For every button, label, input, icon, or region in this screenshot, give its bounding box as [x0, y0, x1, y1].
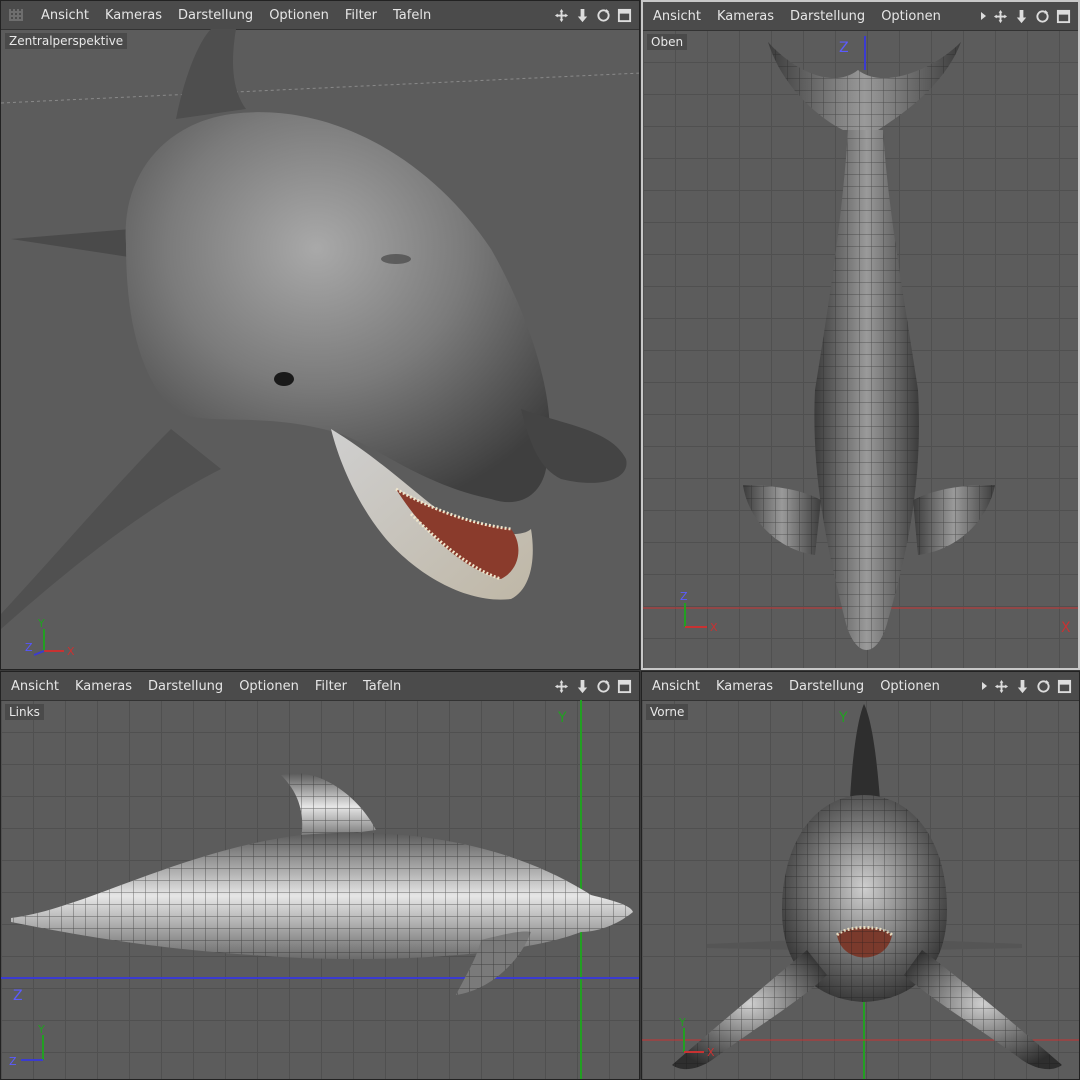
viewport-tools — [553, 678, 639, 695]
menu-darstellung[interactable]: Darstellung — [140, 679, 231, 694]
axis-z-label: Z — [839, 40, 849, 56]
dolphin-wireframe-front: Y Y X — [642, 704, 1079, 1079]
viewport-menubar: Ansicht Kameras Darstellung Optionen — [642, 672, 1079, 701]
menu-darstellung[interactable]: Darstellung — [782, 9, 873, 24]
menu-kameras[interactable]: Kameras — [97, 8, 170, 23]
viewport-tools — [553, 7, 639, 24]
scale-arrow-icon[interactable] — [1013, 8, 1030, 25]
expand-arrow-icon[interactable] — [979, 678, 989, 695]
menu-ansicht[interactable]: Ansicht — [642, 679, 708, 694]
maximize-icon[interactable] — [1055, 8, 1072, 25]
scale-arrow-icon[interactable] — [574, 7, 591, 24]
menu-kameras[interactable]: Kameras — [709, 9, 782, 24]
gizmo-x-label: X — [710, 621, 718, 634]
axis-y-label: Y — [557, 710, 567, 726]
menu-kameras[interactable]: Kameras — [708, 679, 781, 694]
scale-arrow-icon[interactable] — [1014, 678, 1031, 695]
gizmo-x-label: X — [67, 645, 75, 658]
axis-z-label: Z — [13, 988, 23, 1004]
menu-kameras[interactable]: Kameras — [67, 679, 140, 694]
viewport-front[interactable]: Ansicht Kameras Darstellung Optionen Vor… — [641, 671, 1080, 1080]
gizmo-z-label: Z — [680, 590, 688, 603]
menu-optionen[interactable]: Optionen — [872, 679, 948, 694]
viewport-top[interactable]: Ansicht Kameras Darstellung Optionen Obe… — [641, 0, 1080, 670]
scale-arrow-icon[interactable] — [574, 678, 591, 695]
rotate-icon[interactable] — [595, 7, 612, 24]
menu-filter[interactable]: Filter — [307, 679, 355, 694]
viewport-left[interactable]: Ansicht Kameras Darstellung Optionen Fil… — [0, 671, 640, 1080]
gizmo-z-label: Z — [9, 1055, 17, 1068]
viewport-tools — [979, 678, 1079, 695]
rotate-icon[interactable] — [1035, 678, 1052, 695]
move-icon[interactable] — [993, 678, 1010, 695]
gizmo-x-label: X — [707, 1046, 715, 1059]
axis-y-label: Y — [838, 710, 848, 726]
move-icon[interactable] — [553, 678, 570, 695]
menu-darstellung[interactable]: Darstellung — [170, 8, 261, 23]
viewport-perspective[interactable]: Ansicht Kameras Darstellung Optionen Fil… — [0, 0, 640, 670]
maximize-icon[interactable] — [616, 7, 633, 24]
menu-tafeln[interactable]: Tafeln — [385, 8, 439, 23]
menu-ansicht[interactable]: Ansicht — [33, 8, 97, 23]
gizmo-y-label: Y — [37, 617, 45, 630]
menu-ansicht[interactable]: Ansicht — [1, 679, 67, 694]
viewport-menubar: Ansicht Kameras Darstellung Optionen Fil… — [1, 1, 639, 30]
menu-optionen[interactable]: Optionen — [231, 679, 307, 694]
axis-x-label: X — [1061, 620, 1071, 636]
move-icon[interactable] — [553, 7, 570, 24]
gizmo-y-label: Y — [678, 1016, 686, 1029]
gizmo-y-label: Y — [37, 1023, 45, 1036]
maximize-icon[interactable] — [616, 678, 633, 695]
menu-optionen[interactable]: Optionen — [873, 9, 949, 24]
dolphin-render: Y Z X — [1, 29, 639, 658]
maximize-icon[interactable] — [1056, 678, 1073, 695]
dolphin-wireframe-top: Z X Z X — [643, 36, 1078, 650]
viewport-tools — [978, 8, 1078, 25]
viewport-menubar: Ansicht Kameras Darstellung Optionen — [643, 2, 1078, 31]
menu-tafeln[interactable]: Tafeln — [355, 679, 409, 694]
viewport-menubar: Ansicht Kameras Darstellung Optionen Fil… — [1, 672, 639, 701]
gizmo-z-label: Z — [25, 641, 33, 654]
rotate-icon[interactable] — [595, 678, 612, 695]
menu-filter[interactable]: Filter — [337, 8, 385, 23]
dolphin-wireframe-side: Y Z Y Z — [1, 700, 639, 1079]
menu-darstellung[interactable]: Darstellung — [781, 679, 872, 694]
menu-optionen[interactable]: Optionen — [261, 8, 337, 23]
menu-ansicht[interactable]: Ansicht — [643, 9, 709, 24]
rotate-icon[interactable] — [1034, 8, 1051, 25]
expand-arrow-icon[interactable] — [978, 8, 988, 25]
drag-grip-icon[interactable] — [9, 9, 23, 21]
move-icon[interactable] — [992, 8, 1009, 25]
